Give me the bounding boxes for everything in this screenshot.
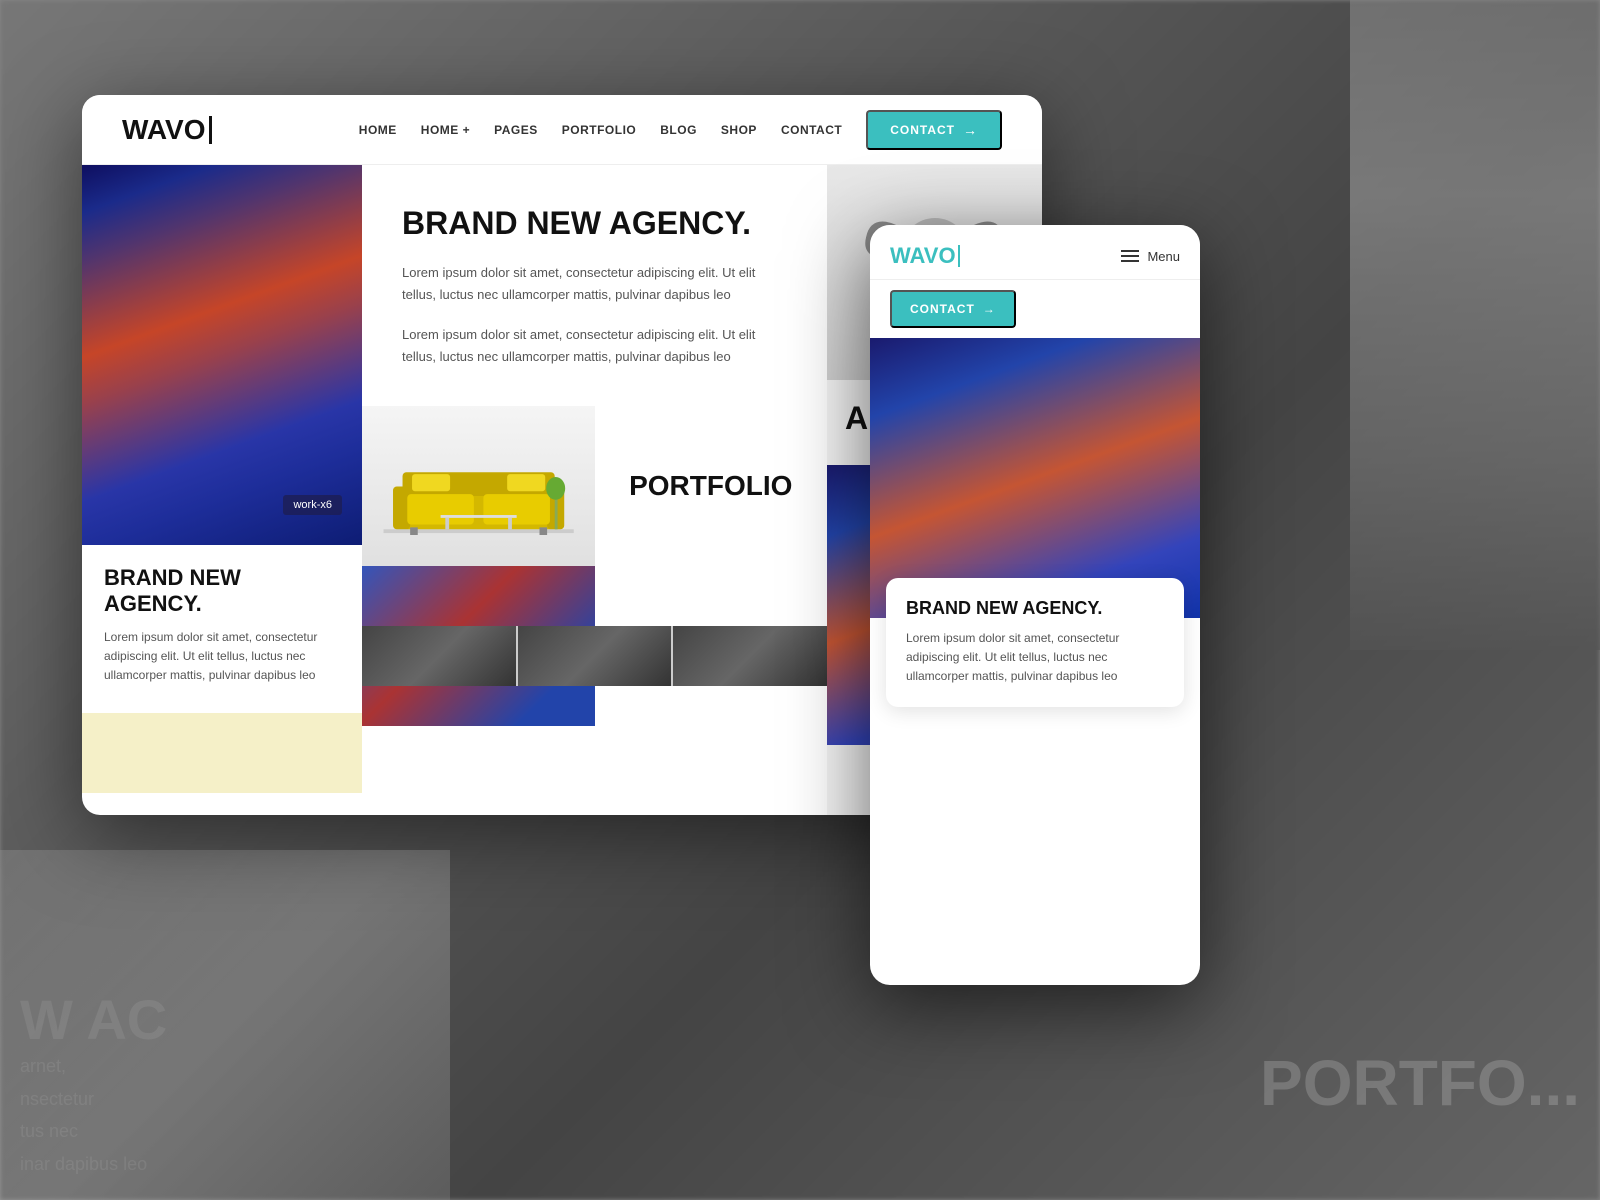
mobile-logo-cursor [958, 245, 960, 267]
portfolio-label-cell: PORTFOLIO [595, 406, 828, 566]
portfolio-grid-strip [362, 626, 827, 686]
logo-cursor [209, 116, 212, 144]
nav-home-plus[interactable]: HOME + [421, 123, 470, 137]
mobile-logo-text: WAVO [890, 243, 956, 269]
nav-blog[interactable]: BLOG [660, 123, 697, 137]
desktop-navbar: WAVO HOME HOME + PAGES PORTFOLIO BLOG SH… [82, 95, 1042, 165]
mobile-card-text: Lorem ipsum dolor sit amet, consectetur … [906, 629, 1164, 687]
desktop-contact-label: CONTACT [890, 123, 955, 137]
mobile-menu-button[interactable]: Menu [1121, 249, 1180, 264]
desktop-left-column: work-x6 BRAND NEW AGENCY. Lorem ipsum do… [82, 165, 362, 815]
sofa-illustration [374, 436, 583, 556]
portfolio-label-text: PORTFOLIO [629, 470, 792, 502]
left-agency-title: BRAND NEW AGENCY. [104, 565, 340, 618]
mobile-card-title: BRAND NEW AGENCY. [906, 598, 1164, 619]
nav-pages[interactable]: PAGES [494, 123, 538, 137]
middle-top-section: BRAND NEW AGENCY. Lorem ipsum dolor sit … [362, 165, 827, 406]
middle-bottom-grid: PORTFOLIO [362, 406, 827, 626]
mobile-contact-arrow: → [983, 302, 996, 316]
yellow-accent-block [82, 713, 362, 793]
mobile-logo[interactable]: WAVO [890, 243, 960, 269]
hero-photo-left: work-x6 [82, 165, 362, 545]
grid-cell-3 [673, 626, 827, 686]
desktop-contact-button[interactable]: CONTACT → [866, 110, 1002, 150]
nav-shop[interactable]: SHOP [721, 123, 757, 137]
sofa-photo [362, 406, 595, 566]
grid-cell-1 [362, 626, 516, 686]
left-agency-text: Lorem ipsum dolor sit amet, consectetur … [104, 628, 340, 686]
mobile-hero-photo [870, 338, 1200, 618]
mobile-menu-label: Menu [1147, 249, 1180, 264]
nav-home[interactable]: HOME [359, 123, 397, 137]
middle-agency-title: BRAND NEW AGENCY. [402, 205, 787, 242]
hamburger-icon [1121, 250, 1139, 262]
desktop-logo-text: WAVO [122, 114, 205, 146]
mobile-browser-window: WAVO Menu CONTACT → BRAND NEW AGENCY. Lo… [870, 225, 1200, 985]
hamburger-line-2 [1121, 255, 1139, 257]
left-bottom-section: BRAND NEW AGENCY. Lorem ipsum dolor sit … [82, 545, 362, 705]
hamburger-line-1 [1121, 250, 1139, 252]
middle-para-1: Lorem ipsum dolor sit amet, consectetur … [402, 262, 787, 306]
mobile-navbar: WAVO Menu [870, 225, 1200, 280]
grid-cell-2 [518, 626, 672, 686]
desktop-middle-column: BRAND NEW AGENCY. Lorem ipsum dolor sit … [362, 165, 827, 815]
desktop-contact-arrow: → [963, 122, 978, 138]
work-badge: work-x6 [283, 495, 342, 515]
mobile-contact-button[interactable]: CONTACT → [890, 290, 1016, 328]
middle-para-2: Lorem ipsum dolor sit amet, consectetur … [402, 324, 787, 368]
hamburger-line-3 [1121, 260, 1139, 262]
bg-portfolio-text: PORTFO... [1260, 1046, 1580, 1120]
bg-sofa-photo [0, 850, 450, 1200]
nav-portfolio[interactable]: PORTFOLIO [562, 123, 637, 137]
nav-contact[interactable]: CONTACT [781, 123, 842, 137]
mobile-contact-label: CONTACT [910, 302, 975, 316]
desktop-logo[interactable]: WAVO [122, 114, 212, 146]
sofa-photo-inner [362, 406, 595, 566]
bg-sculpture-photo [1350, 0, 1600, 650]
mobile-content-card: BRAND NEW AGENCY. Lorem ipsum dolor sit … [886, 578, 1184, 707]
desktop-nav-links: HOME HOME + PAGES PORTFOLIO BLOG SHOP CO… [359, 110, 1002, 150]
